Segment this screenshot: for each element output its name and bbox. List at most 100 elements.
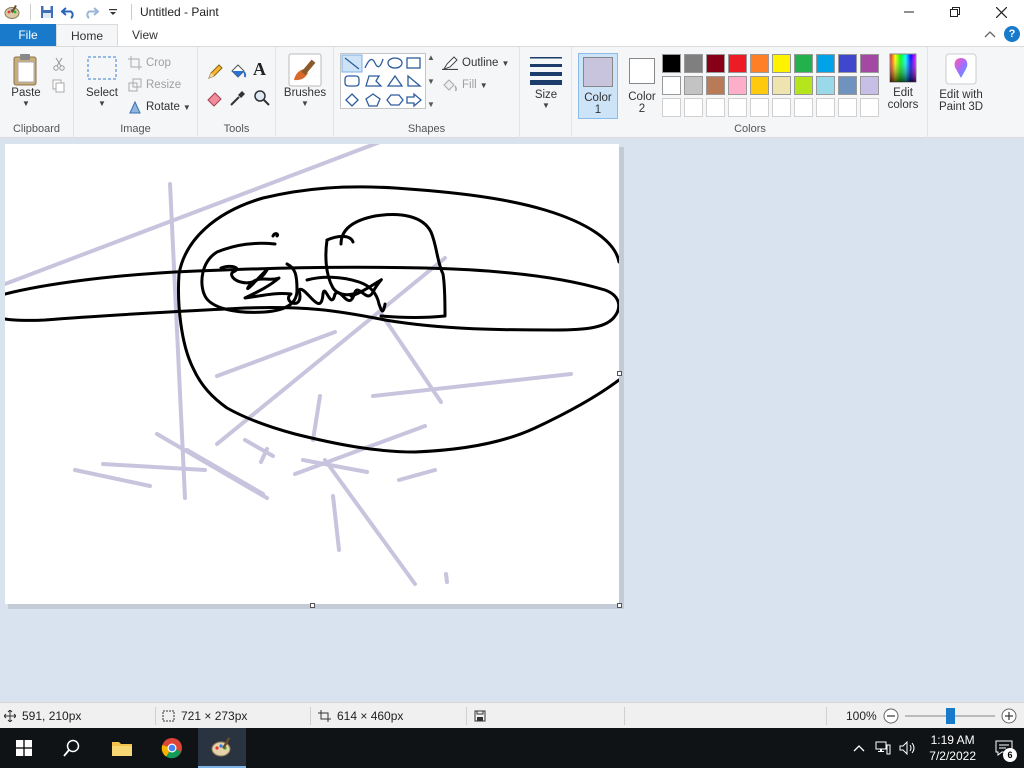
minimize-button[interactable] — [886, 0, 932, 24]
palette-swatch[interactable] — [706, 76, 725, 95]
custom-color-slot[interactable] — [772, 98, 791, 117]
palette-swatch[interactable] — [750, 76, 769, 95]
color-picker-icon[interactable] — [229, 89, 247, 107]
eraser-icon[interactable] — [206, 89, 224, 107]
shape-hexagon-icon[interactable] — [386, 94, 404, 106]
custom-color-slot[interactable] — [794, 98, 813, 117]
text-tool-icon[interactable]: A — [253, 59, 266, 80]
show-hidden-icons-icon[interactable] — [853, 744, 865, 752]
resize-handle-bottom[interactable] — [310, 603, 315, 608]
shapes-expand-icon[interactable]: ▼ — [427, 100, 435, 109]
shapes-scroll-up-icon[interactable]: ▲ — [427, 53, 435, 62]
outline-button[interactable]: Outline ▼ — [442, 53, 509, 73]
palette-swatch[interactable] — [816, 54, 835, 73]
restore-button[interactable] — [932, 0, 978, 24]
palette-swatch[interactable] — [838, 54, 857, 73]
custom-color-slot[interactable] — [816, 98, 835, 117]
resize-handle-right[interactable] — [617, 371, 622, 376]
shape-rounded-rect-icon[interactable] — [344, 75, 360, 87]
color2-button[interactable]: Color 2 — [622, 53, 662, 119]
shape-rectangle-icon[interactable] — [406, 57, 421, 69]
custom-color-slot[interactable] — [662, 98, 681, 117]
palette-swatch[interactable] — [662, 54, 681, 73]
close-button[interactable] — [978, 0, 1024, 24]
search-button[interactable] — [48, 728, 96, 768]
custom-color-slot[interactable] — [706, 98, 725, 117]
custom-color-slot[interactable] — [860, 98, 879, 117]
palette-swatch[interactable] — [750, 54, 769, 73]
fill-button[interactable]: Fill ▼ — [442, 75, 488, 95]
palette-swatch[interactable] — [794, 76, 813, 95]
palette-swatch[interactable] — [684, 54, 703, 73]
paint-app-icon[interactable] — [2, 2, 22, 22]
palette-swatch[interactable] — [728, 76, 747, 95]
zoom-slider-thumb[interactable] — [945, 708, 955, 724]
crop-button[interactable]: Crop — [128, 53, 171, 73]
palette-swatch[interactable] — [860, 76, 879, 95]
resize-button[interactable]: Resize — [128, 75, 181, 95]
customize-qat-icon[interactable] — [103, 2, 123, 22]
select-button[interactable]: Select ▼ — [82, 55, 122, 108]
paint-taskbar-button[interactable] — [198, 728, 246, 768]
palette-swatch[interactable] — [816, 76, 835, 95]
color1-button[interactable]: Color 1 — [578, 53, 618, 119]
network-icon[interactable] — [875, 741, 891, 755]
palette-swatch[interactable] — [838, 76, 857, 95]
save-icon[interactable] — [37, 2, 57, 22]
shapes-scroll-down-icon[interactable]: ▼ — [427, 77, 435, 86]
shape-oval-icon[interactable] — [387, 57, 403, 69]
rotate-button[interactable]: Rotate ▼ — [128, 97, 191, 117]
volume-icon[interactable] — [899, 741, 917, 755]
clock[interactable]: 1:19 AM 7/2/2022 — [929, 732, 976, 764]
image-group-label: Image — [120, 123, 151, 135]
drawing-canvas[interactable] — [5, 144, 619, 604]
shape-curve-icon[interactable] — [364, 58, 384, 69]
zoom-out-icon[interactable] — [883, 708, 899, 724]
copy-button[interactable] — [52, 76, 66, 96]
palette-swatch[interactable] — [794, 54, 813, 73]
cut-button[interactable] — [52, 54, 66, 74]
collapse-ribbon-icon[interactable] — [984, 30, 996, 38]
tab-file[interactable]: File — [0, 24, 56, 46]
help-icon[interactable]: ? — [1004, 26, 1020, 42]
palette-swatch[interactable] — [860, 54, 879, 73]
custom-color-slot[interactable] — [684, 98, 703, 117]
pencil-icon[interactable] — [206, 63, 224, 81]
shape-diamond-icon[interactable] — [345, 93, 359, 107]
fill-bucket-icon[interactable] — [229, 63, 247, 81]
undo-icon[interactable] — [59, 2, 79, 22]
edit-with-paint3d-button[interactable]: Edit with Paint 3D — [932, 53, 990, 113]
brushes-button[interactable]: Brushes ▼ — [282, 53, 328, 108]
palette-swatch[interactable] — [728, 54, 747, 73]
palette-swatch[interactable] — [772, 54, 791, 73]
magnifier-icon[interactable] — [253, 89, 271, 107]
shape-pentagon-icon[interactable] — [365, 93, 381, 107]
paste-button[interactable]: Paste ▼ — [6, 53, 46, 108]
shape-polygon-icon[interactable] — [365, 75, 383, 87]
action-center-button[interactable]: 6 — [984, 728, 1024, 768]
shape-right-triangle-icon[interactable] — [407, 74, 422, 87]
shapes-scroll[interactable]: ▲ ▼ ▼ — [426, 53, 436, 109]
canvas-workspace[interactable] — [0, 138, 1024, 702]
shape-arrow-icon[interactable] — [406, 92, 422, 108]
edit-colors-button[interactable]: Edit colors — [882, 53, 924, 111]
cursor-position-text: 591, 210px — [22, 709, 82, 723]
palette-swatch[interactable] — [706, 54, 725, 73]
tab-home[interactable]: Home — [56, 24, 119, 46]
start-button[interactable] — [0, 728, 48, 768]
resize-handle-corner[interactable] — [617, 603, 622, 608]
custom-color-slot[interactable] — [728, 98, 747, 117]
palette-swatch[interactable] — [684, 76, 703, 95]
chrome-button[interactable] — [148, 728, 196, 768]
file-explorer-button[interactable] — [98, 728, 146, 768]
zoom-in-icon[interactable] — [1001, 708, 1017, 724]
palette-swatch[interactable] — [772, 76, 791, 95]
zoom-slider[interactable] — [904, 708, 995, 724]
custom-color-slot[interactable] — [750, 98, 769, 117]
custom-color-slot[interactable] — [838, 98, 857, 117]
shape-triangle-icon[interactable] — [386, 74, 404, 87]
tab-view[interactable]: View — [118, 24, 172, 46]
palette-swatch[interactable] — [662, 76, 681, 95]
redo-icon[interactable] — [81, 2, 101, 22]
size-button[interactable]: Size ▼ — [526, 55, 566, 110]
